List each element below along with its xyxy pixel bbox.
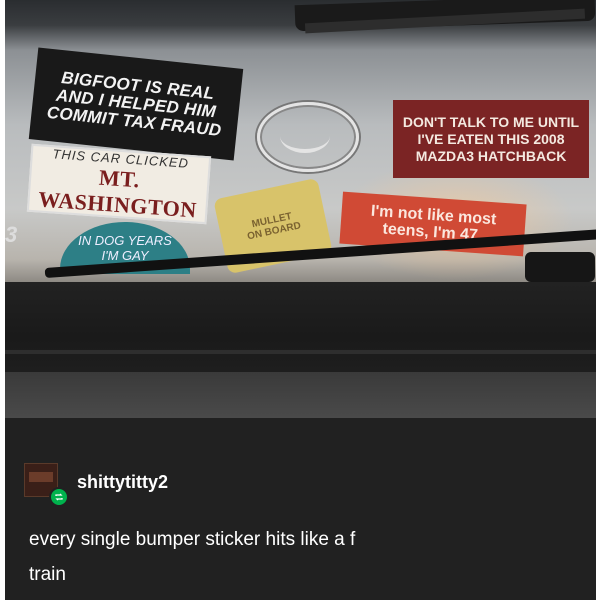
sticker-mt-big-text: MT. WASHINGTON (37, 164, 198, 222)
post-photo[interactable]: BIGFOOT IS REAL AND I HELPED HIM COMMIT … (5, 0, 596, 418)
sticker-dont-talk: DON'T TALK TO ME UNTIL I'VE EATEN THIS 2… (393, 100, 589, 178)
model-emblem: 3 (5, 222, 18, 247)
reblog-icon (49, 487, 69, 507)
sticker-mt-washington: THIS CAR CLICKED MT. WASHINGTON (26, 143, 212, 225)
sticker-bigfoot: BIGFOOT IS REAL AND I HELPED HIM COMMIT … (28, 47, 244, 161)
tumblr-post: BIGFOOT IS REAL AND I HELPED HIM COMMIT … (5, 0, 596, 600)
post-caption: every single bumper sticker hits like a … (29, 529, 356, 585)
username-link[interactable]: shittytitty2 (77, 472, 168, 493)
mazda-logo (257, 102, 359, 172)
